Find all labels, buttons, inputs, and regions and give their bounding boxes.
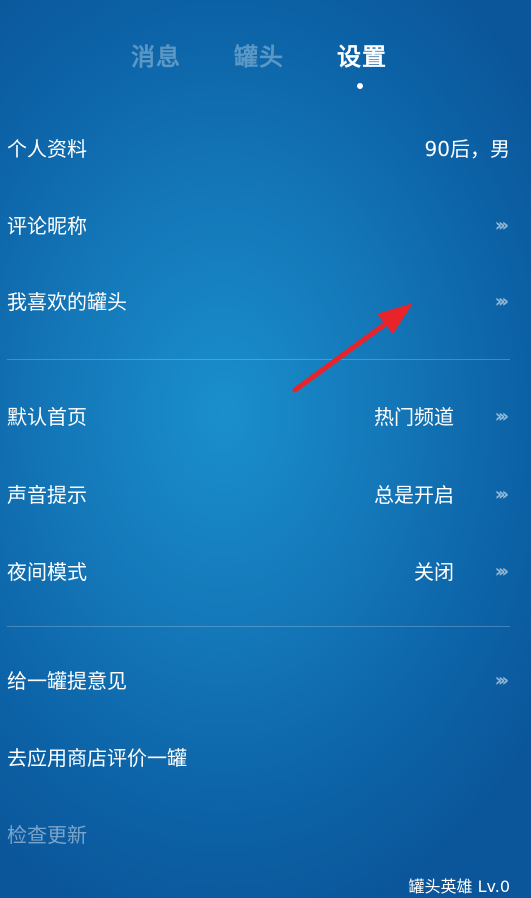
settings-row-profile[interactable]: 个人资料 90后，男: [0, 119, 531, 179]
settings-row-night-mode[interactable]: 夜间模式 关闭 ›››: [0, 542, 531, 602]
chevron-right-icon: ›››: [494, 406, 509, 427]
rate-app-label: 去应用商店评价一罐: [7, 746, 187, 770]
top-tab-bar: 消息 罐头 设置: [0, 40, 531, 100]
section-divider: [7, 359, 510, 360]
sound-value: 总是开启: [374, 483, 454, 507]
chevron-right-icon: ›››: [494, 291, 509, 312]
user-level-text: 罐头英雄 Lv.0: [408, 877, 511, 896]
settings-row-nickname[interactable]: 评论昵称 ›››: [0, 196, 531, 256]
tab-settings[interactable]: 设置: [337, 40, 387, 74]
default-page-value: 热门频道: [374, 405, 454, 429]
section-divider: [7, 626, 510, 627]
settings-row-check-update[interactable]: 检查更新: [0, 805, 531, 865]
tab-messages[interactable]: 消息: [131, 40, 181, 74]
tab-cans[interactable]: 罐头: [234, 40, 284, 74]
sound-label: 声音提示: [7, 483, 87, 507]
chevron-right-icon: ›››: [494, 670, 509, 691]
settings-row-favorites[interactable]: 我喜欢的罐头 ›››: [0, 272, 531, 332]
profile-label: 个人资料: [7, 137, 87, 161]
chevron-right-icon: ›››: [494, 215, 509, 236]
chevron-right-icon: ›››: [494, 484, 509, 505]
feedback-label: 给一罐提意见: [7, 669, 127, 693]
settings-row-feedback[interactable]: 给一罐提意见 ›››: [0, 651, 531, 711]
check-update-label: 检查更新: [7, 823, 87, 847]
settings-row-rate-app[interactable]: 去应用商店评价一罐: [0, 728, 531, 788]
nickname-label: 评论昵称: [7, 214, 87, 238]
settings-row-default-page[interactable]: 默认首页 热门频道 ›››: [0, 387, 531, 447]
night-mode-label: 夜间模式: [7, 560, 87, 584]
chevron-right-icon: ›››: [494, 561, 509, 582]
default-page-label: 默认首页: [7, 405, 87, 429]
profile-value: 90后，男: [424, 137, 510, 161]
favorites-label: 我喜欢的罐头: [7, 290, 127, 314]
active-tab-indicator-dot-icon: [357, 83, 363, 89]
settings-row-sound[interactable]: 声音提示 总是开启 ›››: [0, 465, 531, 525]
night-mode-value: 关闭: [414, 560, 454, 584]
